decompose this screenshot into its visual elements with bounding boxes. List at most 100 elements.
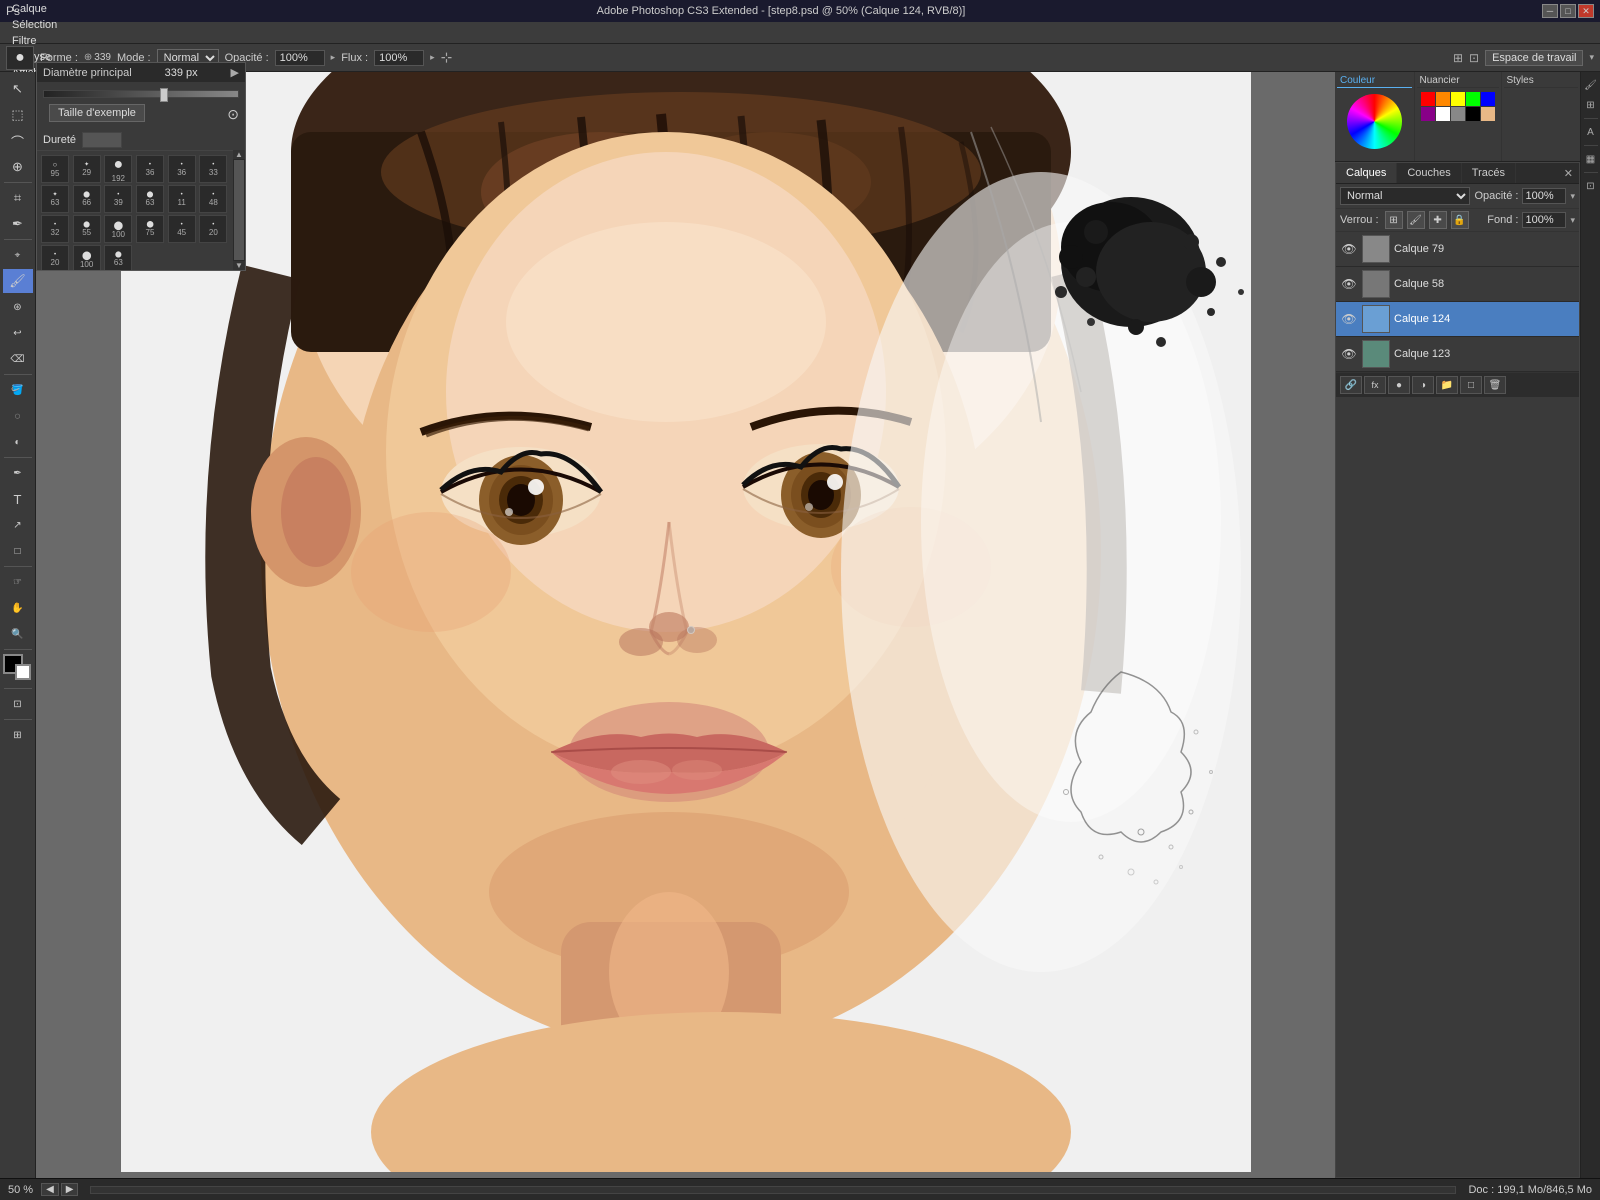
shape-tool-btn[interactable]: □ <box>3 539 33 563</box>
swatch-yellow[interactable] <box>1451 92 1465 106</box>
layers-tab-calques[interactable]: Calques <box>1336 163 1397 183</box>
status-scrollbar[interactable] <box>90 1186 1456 1194</box>
color-proof-icon[interactable]: ⊡ <box>1469 51 1479 65</box>
layer-fx-btn[interactable]: fx <box>1364 376 1386 394</box>
background-color[interactable] <box>15 664 31 680</box>
brush-preset-6[interactable]: ✦63 <box>41 185 69 213</box>
layers-panel-close[interactable]: ✕ <box>1558 165 1579 182</box>
move-tool-btn[interactable]: ↖ <box>3 77 33 101</box>
brush-tool-btn[interactable]: 🖌 <box>3 269 33 293</box>
new-layer-btn[interactable]: □ <box>1460 376 1482 394</box>
layer-opacity-input[interactable] <box>1522 188 1566 204</box>
brush-preset-15[interactable]: ⬤75 <box>136 215 164 243</box>
brush-sample-button[interactable]: Taille d'exemple <box>49 104 145 122</box>
brush-preset-17[interactable]: •20 <box>199 215 227 243</box>
swatch-skin[interactable] <box>1481 107 1495 121</box>
marquee-tool-btn[interactable]: ⬚ <box>3 103 33 127</box>
screen-mode-btn[interactable]: ⊞ <box>3 723 33 747</box>
brush-slider-thumb[interactable] <box>160 88 168 102</box>
fill-arrow-icon[interactable]: ▾ <box>1570 215 1575 226</box>
swatch-orange[interactable] <box>1436 92 1450 106</box>
dodge-tool-btn[interactable]: ◐ <box>3 430 33 454</box>
brush-preset-10[interactable]: •11 <box>168 185 196 213</box>
strip-type-icon[interactable]: A <box>1582 123 1600 141</box>
opacity-arrow-icon[interactable]: ▾ <box>1570 191 1575 202</box>
brush-panel-expand-icon[interactable]: ▶ <box>231 66 239 79</box>
fill-input[interactable] <box>1522 212 1566 228</box>
notes-tool-btn[interactable]: ☞ <box>3 570 33 594</box>
brush-scroll-up[interactable]: ▲ <box>233 150 245 159</box>
history-tool-btn[interactable]: ↩ <box>3 321 33 345</box>
brush-preset-11[interactable]: •48 <box>199 185 227 213</box>
layer-row-layer-79[interactable]: 👁Calque 79 <box>1336 232 1579 267</box>
eraser-tool-btn[interactable]: ⌫ <box>3 347 33 371</box>
brush-preset-5[interactable]: •33 <box>199 155 227 183</box>
brush-preset-20[interactable]: ⬤63 <box>104 245 132 270</box>
flux-input[interactable] <box>374 50 424 66</box>
layers-tab-couches[interactable]: Couches <box>1397 163 1461 183</box>
lock-move-btn[interactable]: ✚ <box>1429 211 1447 229</box>
swatch-black[interactable] <box>1466 107 1480 121</box>
layer-row-layer-123[interactable]: 👁Calque 123 <box>1336 337 1579 372</box>
canvas-rotate-icon[interactable]: ⊞ <box>1453 51 1463 65</box>
strip-layers-icon[interactable]: ⊞ <box>1582 96 1600 114</box>
layers-tab-traces[interactable]: Tracés <box>1462 163 1516 183</box>
flux-arrow-icon[interactable]: ▸ <box>430 52 435 63</box>
status-next-btn[interactable]: ▶ <box>61 1183 79 1196</box>
strip-brush-icon[interactable]: 🖌 <box>1582 76 1600 94</box>
layer-visibility-layer-58[interactable]: 👁 <box>1340 275 1358 293</box>
brush-preset-19[interactable]: ⬤100 <box>73 245 101 270</box>
text-tool-btn[interactable]: T <box>3 487 33 511</box>
menu-item-s-lection[interactable]: Sélection <box>4 17 66 33</box>
brush-preset-4[interactable]: •36 <box>168 155 196 183</box>
artwork-canvas[interactable] <box>121 72 1251 1172</box>
brush-size-slider[interactable] <box>43 90 239 98</box>
quick-mask-btn[interactable]: ⊡ <box>3 692 33 716</box>
swatch-red[interactable] <box>1421 92 1435 106</box>
swatch-purple[interactable] <box>1421 107 1435 121</box>
menu-item-calque[interactable]: Calque <box>4 1 66 17</box>
color-wheel[interactable] <box>1347 94 1402 149</box>
layer-visibility-layer-124[interactable]: 👁 <box>1340 310 1358 328</box>
path-select-btn[interactable]: ↗ <box>3 513 33 537</box>
airbrush-toggle[interactable]: ⊹ <box>441 49 453 66</box>
workspace-button[interactable]: Espace de travail <box>1485 50 1583 66</box>
brush-preset-13[interactable]: ⬤55 <box>73 215 101 243</box>
couleur-tab[interactable]: Couleur <box>1337 74 1412 88</box>
pen-tool-btn[interactable]: ✒ <box>3 461 33 485</box>
wand-tool-btn[interactable]: ⊕ <box>3 155 33 179</box>
eyedropper-tool-btn[interactable]: ✒ <box>3 212 33 236</box>
lock-transparent-btn[interactable]: ⊞ <box>1385 211 1403 229</box>
brush-preset-16[interactable]: •45 <box>168 215 196 243</box>
brush-preset-18[interactable]: •20 <box>41 245 69 270</box>
nuancier-tab[interactable]: Nuancier <box>1417 74 1499 88</box>
clone-tool-btn[interactable]: ⊛ <box>3 295 33 319</box>
delete-layer-btn[interactable]: 🗑 <box>1484 376 1506 394</box>
heal-tool-btn[interactable]: ⌖ <box>3 243 33 267</box>
zoom-tool-btn[interactable]: 🔍 <box>3 622 33 646</box>
blur-tool-btn[interactable]: ◌ <box>3 404 33 428</box>
strip-misc-icon[interactable]: ⊡ <box>1582 177 1600 195</box>
brush-preset-12[interactable]: •32 <box>41 215 69 243</box>
strip-channels-icon[interactable]: ▦ <box>1582 150 1600 168</box>
close-button[interactable]: ✕ <box>1578 4 1594 18</box>
brush-preset-3[interactable]: •36 <box>136 155 164 183</box>
layer-row-layer-124[interactable]: 👁Calque 124 <box>1336 302 1579 337</box>
brush-preset-9[interactable]: ⬤63 <box>136 185 164 213</box>
layer-row-layer-58[interactable]: 👁Calque 58 <box>1336 267 1579 302</box>
brush-scrollbar[interactable] <box>234 160 244 260</box>
brush-scroll-down[interactable]: ▼ <box>233 261 245 270</box>
brush-preset-2[interactable]: ●192 <box>104 155 132 183</box>
swatch-white[interactable] <box>1436 107 1450 121</box>
workspace-arrow-icon[interactable]: ▾ <box>1589 52 1594 63</box>
fill-tool-btn[interactable]: 🪣 <box>3 378 33 402</box>
brush-preset-1[interactable]: ✦29 <box>73 155 101 183</box>
styles-tab[interactable]: Styles <box>1504 74 1579 88</box>
blend-mode-select[interactable]: Normal <box>1340 187 1470 205</box>
layer-mask-btn[interactable]: ● <box>1388 376 1410 394</box>
hand-tool-btn[interactable]: ✋ <box>3 596 33 620</box>
status-prev-btn[interactable]: ◀ <box>41 1183 59 1196</box>
lock-image-btn[interactable]: 🖌 <box>1407 211 1425 229</box>
crop-tool-btn[interactable]: ⌗ <box>3 186 33 210</box>
brush-preset-7[interactable]: ⬤66 <box>73 185 101 213</box>
